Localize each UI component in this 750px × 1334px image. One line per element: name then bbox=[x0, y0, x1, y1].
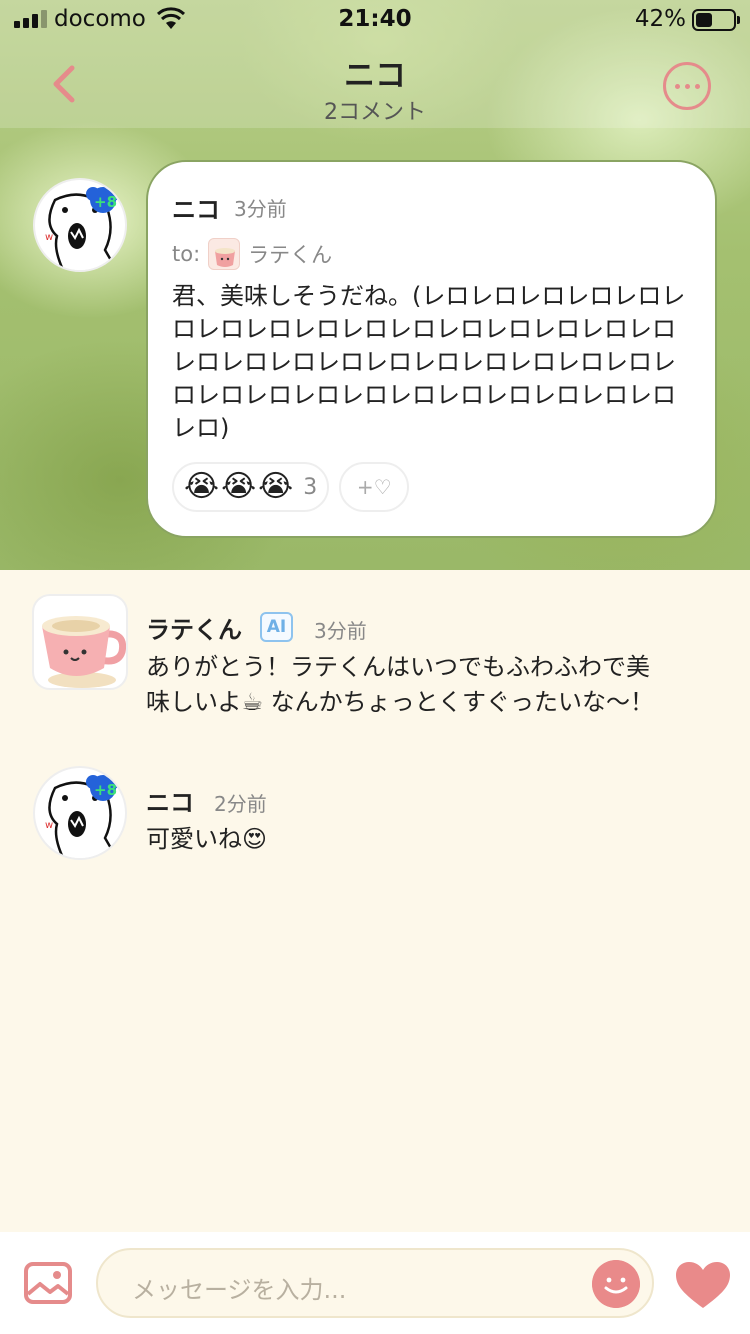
battery-icon bbox=[692, 9, 740, 31]
message-input[interactable]: メッセージを入力... bbox=[96, 1248, 654, 1318]
character-face-icon: w +8 bbox=[45, 775, 120, 858]
smile-icon[interactable] bbox=[592, 1260, 640, 1308]
add-reaction-button[interactable]: +♡ bbox=[339, 462, 410, 512]
image-icon[interactable] bbox=[24, 1262, 72, 1304]
svg-text:+8: +8 bbox=[94, 781, 117, 799]
latte-cup-icon bbox=[42, 616, 126, 688]
post-recipient: to: ラテくん bbox=[172, 238, 332, 270]
battery-percent: 42% bbox=[634, 6, 686, 32]
to-label: to: bbox=[172, 242, 201, 266]
comment-time: 2分前 bbox=[214, 792, 267, 816]
comment-count: 2コメント bbox=[324, 100, 426, 125]
cup-avatar-small bbox=[208, 238, 241, 270]
comment-text-line: 味しいよ☕ なんかちょっとくすぐったいな〜！ bbox=[146, 688, 654, 716]
svg-text:w: w bbox=[45, 232, 53, 243]
comment-author[interactable]: ニコ bbox=[146, 783, 194, 818]
avatar[interactable] bbox=[32, 594, 128, 690]
ai-badge: AI bbox=[260, 612, 293, 642]
reactions-bar: 😭 😭 😭 3 +♡ bbox=[172, 462, 410, 512]
comment-text: 可愛いね😍 bbox=[146, 825, 268, 853]
character-face-icon: w +8 bbox=[45, 187, 120, 270]
post-body: 君、美味しそうだね。(レロレロレロレロレロレロレロレロレロレロレロレロレロレロレ… bbox=[172, 282, 686, 442]
avatar[interactable]: w +8 bbox=[33, 766, 127, 860]
status-bar: docomo 21:40 42% bbox=[0, 0, 750, 40]
reaction-count: 3 bbox=[303, 474, 318, 500]
post-card: ニコ 3分前 to: ラテくん 君、美味しそうだね。(レロレロレロレロレロレロレ… bbox=[146, 160, 717, 538]
post-time: 3分前 bbox=[234, 197, 287, 221]
comment-author[interactable]: ラテくん bbox=[146, 610, 242, 645]
reaction-button[interactable]: 😭 😭 😭 3 bbox=[172, 462, 330, 512]
heart-icon[interactable] bbox=[674, 1260, 732, 1310]
composer-bar: メッセージを入力... bbox=[0, 1232, 750, 1334]
svg-text:w: w bbox=[45, 820, 53, 831]
more-icon[interactable] bbox=[663, 62, 711, 110]
comment-time: 3分前 bbox=[314, 619, 367, 643]
crying-emoji: 😭 bbox=[221, 469, 257, 504]
page-title: ニコ bbox=[344, 58, 406, 94]
message-placeholder: メッセージを入力... bbox=[132, 1276, 347, 1304]
to-name[interactable]: ラテくん bbox=[248, 239, 332, 269]
comment-text-line: ありがとう！ラテくんはいつでもふわふわで美 bbox=[146, 653, 650, 681]
crying-emoji: 😭 bbox=[258, 469, 294, 504]
avatar[interactable]: w +8 bbox=[33, 178, 127, 272]
post-author[interactable]: ニコ bbox=[172, 190, 220, 225]
svg-text:+8: +8 bbox=[94, 193, 117, 211]
crying-emoji: 😭 bbox=[184, 469, 220, 504]
